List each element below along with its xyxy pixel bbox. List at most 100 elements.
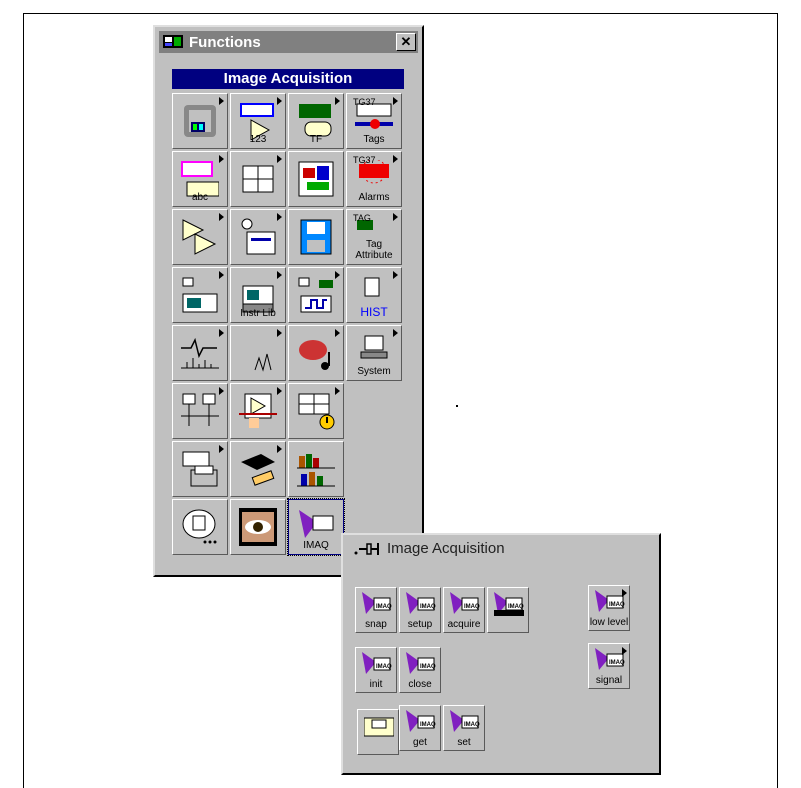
palette-cell-analysis[interactable] bbox=[172, 325, 228, 381]
dot-mark bbox=[456, 405, 458, 407]
ia-titlebar[interactable]: Image Acquisition bbox=[353, 540, 505, 557]
functions-palette-icon bbox=[163, 35, 183, 48]
palette-title: Image Acquisition bbox=[172, 69, 404, 89]
imaq-icon: IMAQ bbox=[595, 648, 625, 670]
palette-cell-advanced-error[interactable] bbox=[288, 383, 344, 439]
cell-label: System bbox=[357, 366, 391, 377]
submenu-arrow-icon bbox=[393, 155, 398, 163]
ia-snap-button[interactable]: IMAQ snap bbox=[355, 587, 397, 633]
submenu-arrow-icon bbox=[335, 271, 340, 279]
empty-cell bbox=[346, 441, 402, 497]
palette-cell-instrument-io[interactable] bbox=[288, 267, 344, 323]
ia-grab-button[interactable]: IMAQ bbox=[487, 587, 529, 633]
sound-icon bbox=[299, 340, 330, 370]
submenu-arrow-icon bbox=[393, 213, 398, 221]
palette-cell-boolean[interactable]: TF bbox=[288, 93, 344, 149]
palette-cell-instrument-library[interactable]: Instr Lib bbox=[230, 267, 286, 323]
ia-item-label: setup bbox=[407, 619, 433, 630]
palette-cell-tag-attribute[interactable]: TAG Tag Attribute bbox=[346, 209, 402, 265]
ia-item-label: signal bbox=[595, 675, 623, 686]
cell-label: abc bbox=[191, 192, 209, 203]
cell-label: TF bbox=[309, 134, 323, 145]
palette-cell-alarms[interactable]: TG37 Alarms bbox=[346, 151, 402, 207]
submenu-arrow-icon bbox=[277, 271, 282, 279]
palette-cell-file-io[interactable] bbox=[288, 209, 344, 265]
cell-label: HIST bbox=[360, 305, 388, 319]
palette-cell-comparison[interactable] bbox=[172, 209, 228, 265]
imaq-icon: IMAQ bbox=[362, 592, 392, 614]
submenu-arrow-icon bbox=[393, 329, 398, 337]
submenu-arrow-icon bbox=[219, 271, 224, 279]
ia-set-button[interactable]: IMAQ set bbox=[443, 705, 485, 751]
ia-get-button[interactable]: IMAQ get bbox=[399, 705, 441, 751]
imaq-text: IMAQ bbox=[376, 604, 392, 610]
ia-item-label: low level bbox=[589, 617, 629, 628]
functions-titlebar[interactable]: Functions ✕ bbox=[159, 31, 418, 53]
submenu-arrow-icon bbox=[335, 329, 340, 337]
palette-cell-cluster[interactable] bbox=[288, 151, 344, 207]
ia-item-label: close bbox=[408, 679, 432, 690]
palette-cell-communication[interactable] bbox=[172, 383, 228, 439]
communication-icon bbox=[181, 393, 219, 426]
palette-cell-historical[interactable]: HIST bbox=[346, 267, 402, 323]
submenu-arrow-icon bbox=[622, 589, 627, 597]
ia-low-level-button[interactable]: IMAQ low level bbox=[588, 585, 630, 631]
ia-close-button[interactable]: IMAQ close bbox=[399, 647, 441, 693]
instrument-io-icon bbox=[298, 277, 333, 313]
pin-icon bbox=[354, 542, 379, 555]
imaq-icon: IMAQ bbox=[406, 592, 436, 614]
array-icon bbox=[242, 165, 274, 193]
empty-cell bbox=[346, 383, 402, 439]
cell-label: IMAQ bbox=[303, 540, 329, 551]
palette-cell-daq[interactable] bbox=[172, 267, 228, 323]
palette-cell-tags[interactable]: TG37 Tags bbox=[346, 93, 402, 149]
ia-acquire-button[interactable]: IMAQ acquire bbox=[443, 587, 485, 633]
palette-cell-sound[interactable] bbox=[288, 325, 344, 381]
ia-control-button[interactable] bbox=[357, 709, 399, 755]
imaq-icon: IMAQ bbox=[494, 592, 524, 616]
submenu-arrow-icon bbox=[277, 97, 282, 105]
submenu-arrow-icon bbox=[219, 445, 224, 453]
imaq-text: IMAQ bbox=[464, 604, 480, 610]
cell-label: 123 bbox=[249, 134, 267, 145]
close-button[interactable]: ✕ bbox=[396, 33, 416, 51]
submenu-arrow-icon bbox=[277, 387, 282, 395]
palette-cell-numeric[interactable]: 123 bbox=[230, 93, 286, 149]
palette-cell-imaq[interactable]: IMAQ bbox=[287, 498, 345, 556]
imaq-text: IMAQ bbox=[609, 602, 625, 608]
daq-icon bbox=[182, 277, 218, 313]
palette-cell-user-libraries[interactable] bbox=[288, 441, 344, 497]
submenu-arrow-icon bbox=[277, 155, 282, 163]
file-io-icon bbox=[300, 219, 332, 255]
palette-cell-mathematics[interactable] bbox=[230, 325, 286, 381]
imaq-icon: IMAQ bbox=[362, 652, 392, 674]
ia-title: Image Acquisition bbox=[387, 540, 505, 557]
palette-cell-select-vi[interactable] bbox=[172, 499, 228, 555]
palette-cell-array[interactable] bbox=[230, 151, 286, 207]
frame-right-line bbox=[777, 13, 778, 788]
ia-item-label: acquire bbox=[447, 619, 481, 630]
cell-label: Tag Attribute bbox=[355, 239, 393, 261]
mathematics-icon bbox=[254, 353, 272, 372]
imaq-text: IMAQ bbox=[420, 604, 436, 610]
palette-cell-time-dialog[interactable] bbox=[230, 209, 286, 265]
palette-cell-vision[interactable] bbox=[230, 499, 286, 555]
palette-cell-tutorial[interactable] bbox=[230, 441, 286, 497]
submenu-arrow-icon bbox=[219, 387, 224, 395]
ia-setup-button[interactable]: IMAQ setup bbox=[399, 587, 441, 633]
palette-cell-system[interactable]: System bbox=[346, 325, 402, 381]
select-vi-icon bbox=[182, 509, 217, 544]
submenu-arrow-icon bbox=[219, 329, 224, 337]
imaq-text: IMAQ bbox=[420, 722, 436, 728]
analysis-icon bbox=[181, 337, 219, 369]
palette-cell-string[interactable]: abc bbox=[172, 151, 228, 207]
ia-signal-button[interactable]: IMAQ signal bbox=[588, 643, 630, 689]
palette-cell-application-control[interactable] bbox=[230, 383, 286, 439]
imaq-text: IMAQ bbox=[508, 604, 524, 610]
control-icon bbox=[364, 717, 394, 737]
frame-left-line bbox=[23, 13, 24, 788]
ia-init-button[interactable]: IMAQ init bbox=[355, 647, 397, 693]
imaq-text: IMAQ bbox=[464, 722, 480, 728]
palette-cell-structures[interactable] bbox=[172, 93, 228, 149]
palette-cell-report[interactable] bbox=[172, 441, 228, 497]
